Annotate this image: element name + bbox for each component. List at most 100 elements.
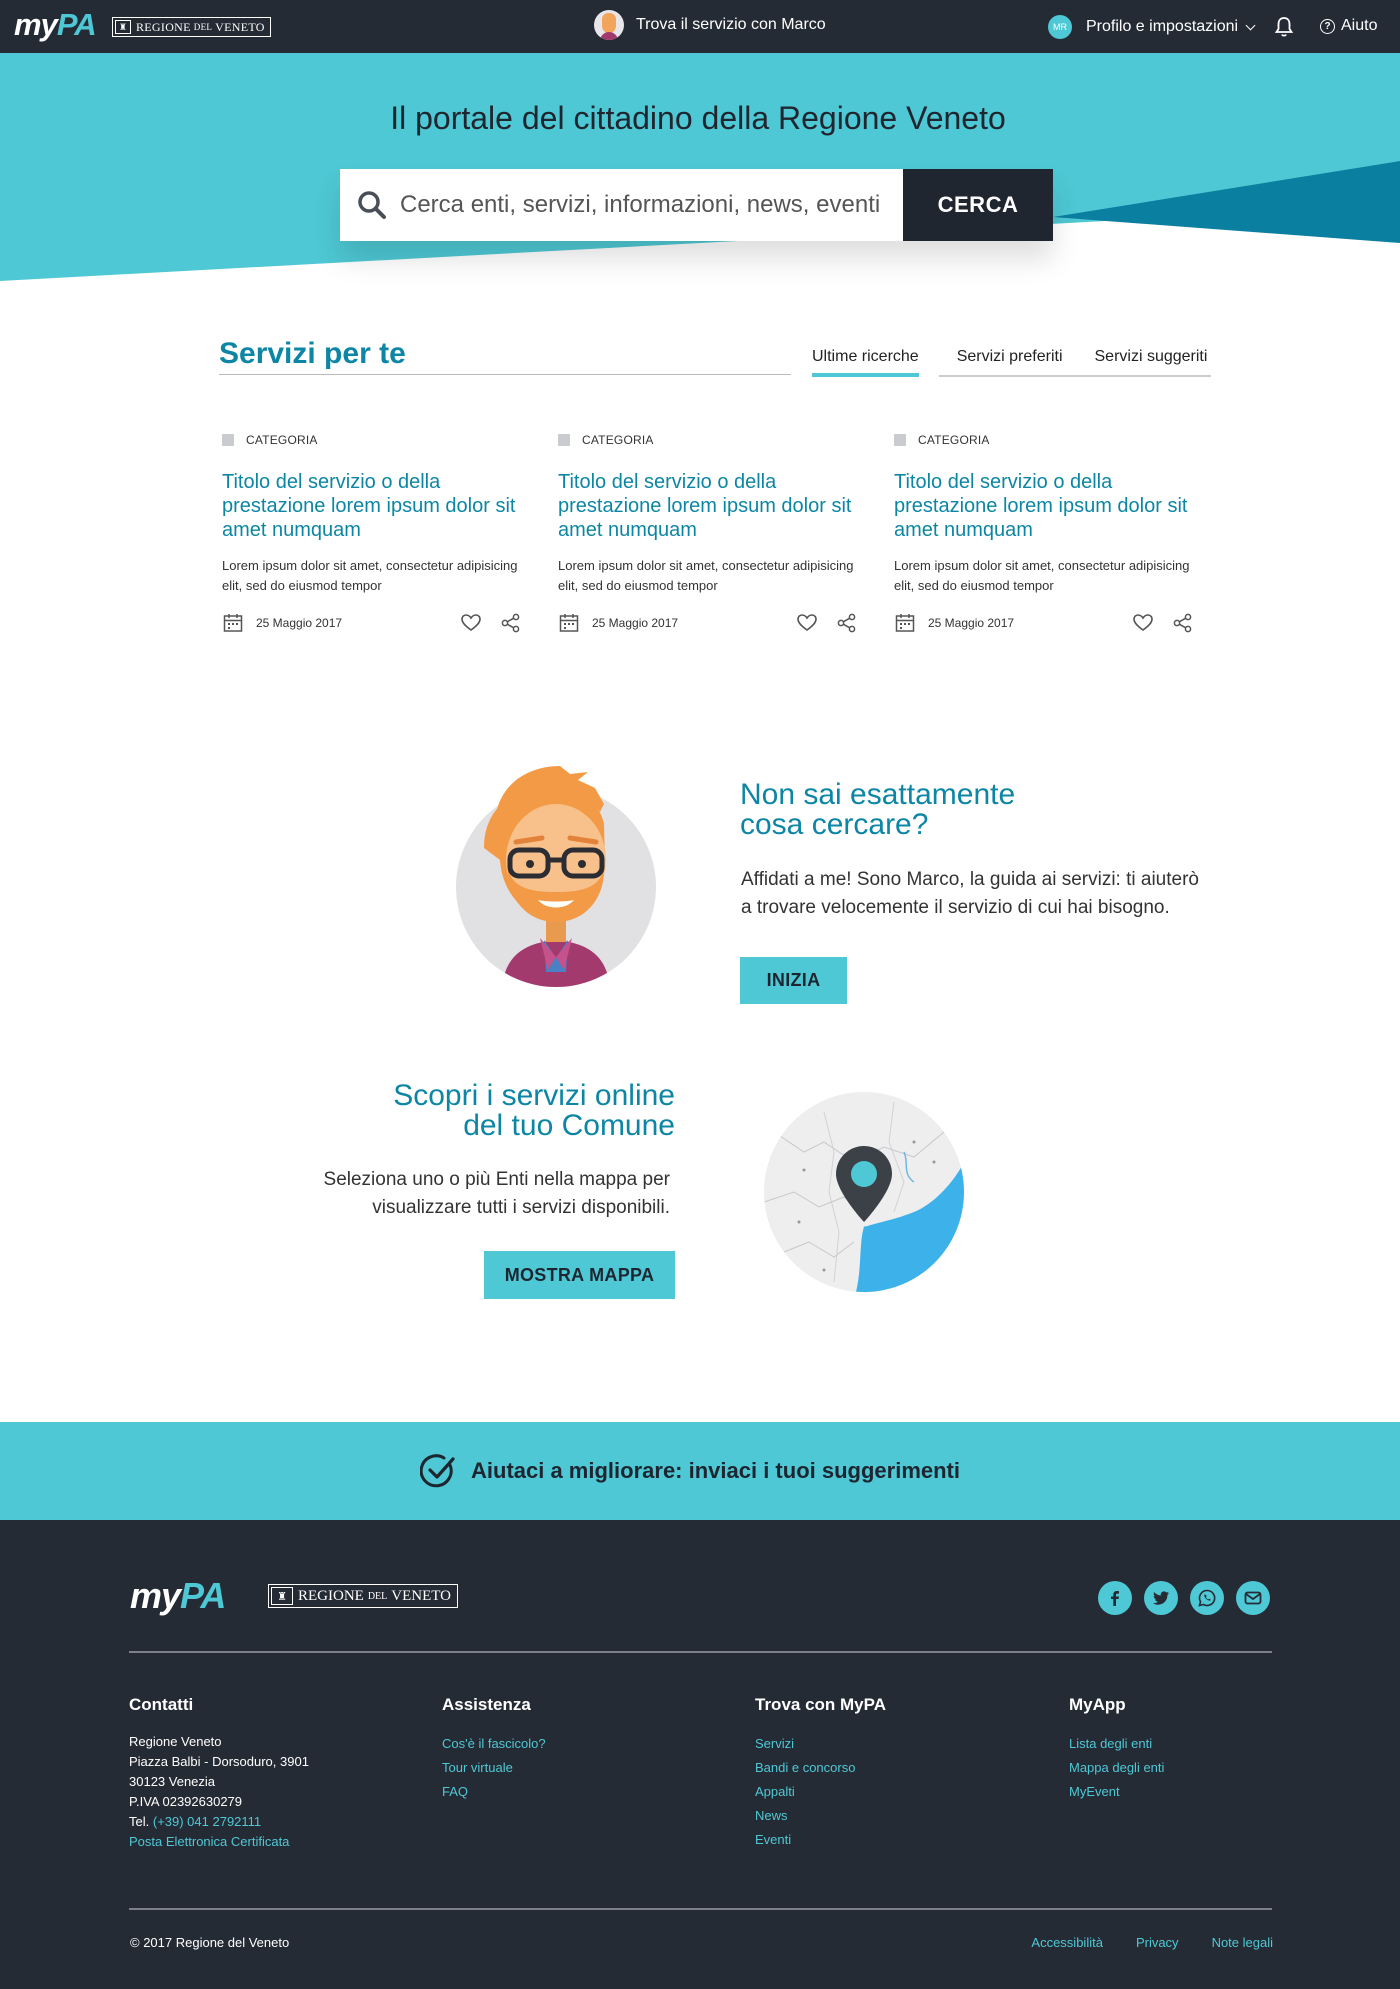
crest-icon: ♜ — [115, 20, 131, 34]
service-card: CATEGORIA Titolo del servizio o della pr… — [222, 433, 522, 634]
services-title: Servizi per te — [219, 337, 406, 370]
footer-link[interactable]: Mappa degli enti — [1069, 1756, 1369, 1780]
services-tabs: Ultime ricerche Servizi preferiti Serviz… — [812, 348, 1212, 377]
card-footer: 25 Maggio 2017 — [894, 612, 1194, 634]
profile-menu[interactable]: MR Profilo e impostazioni — [1048, 15, 1256, 39]
share-icon[interactable] — [500, 612, 522, 634]
privacy-link[interactable]: Privacy — [1136, 1935, 1179, 1950]
copyright: © 2017 Regione del Veneto — [130, 1935, 290, 1950]
footer-link[interactable]: MyEvent — [1069, 1780, 1369, 1804]
search-button[interactable]: CERCA — [903, 169, 1053, 241]
footer-link[interactable]: Bandi e concorso — [755, 1756, 1055, 1780]
calendar-icon — [895, 614, 915, 632]
help-link[interactable]: ? Aiuto — [1320, 17, 1377, 35]
service-card: CATEGORIA Titolo del servizio o della pr… — [558, 433, 858, 634]
heart-icon[interactable] — [460, 612, 482, 634]
footer-link[interactable]: Eventi — [755, 1828, 1055, 1852]
footer-myapp: MyApp Lista degli enti Mappa degli enti … — [1069, 1695, 1369, 1804]
mypa-logo[interactable]: myPA — [14, 9, 97, 40]
page-title: Il portale del cittadino della Regione V… — [390, 100, 1006, 136]
help-label: Aiuto — [1341, 17, 1378, 34]
category-square-icon — [558, 434, 570, 446]
crest-icon: ♜ — [271, 1587, 293, 1605]
tab-ultime-ricerche[interactable]: Ultime ricerche — [812, 348, 919, 377]
search-input[interactable] — [400, 191, 880, 219]
accessibility-link[interactable]: Accessibilità — [1031, 1935, 1103, 1950]
tab-servizi-preferiti[interactable]: Servizi preferiti — [938, 348, 1079, 377]
top-bar: myPA ♜ REGIONE DEL VENETO Trova il servi… — [0, 0, 1400, 53]
regione-veneto-logo[interactable]: ♜ REGIONE DEL VENETO — [112, 17, 271, 37]
show-map-button[interactable]: MOSTRA MAPPA — [484, 1251, 675, 1299]
calendar-icon — [223, 614, 243, 632]
hero-background — [0, 53, 1400, 281]
footer-regione-logo[interactable]: ♜ REGIONE DEL VENETO — [268, 1584, 458, 1608]
heart-icon[interactable] — [796, 612, 818, 634]
tab-servizi-suggeriti[interactable]: Servizi suggeriti — [1078, 348, 1212, 377]
footer-link[interactable]: Tour virtuale — [442, 1756, 742, 1780]
footer-link[interactable]: Cos'è il fascicolo? — [442, 1732, 742, 1756]
card-category: CATEGORIA — [558, 433, 858, 447]
assistant-link[interactable]: Trova il servizio con Marco — [594, 10, 826, 40]
footer-contacts: Contatti Regione Veneto Piazza Balbi - D… — [129, 1695, 429, 1852]
footer-heading: Contatti — [129, 1695, 194, 1714]
bell-icon[interactable] — [1274, 16, 1294, 38]
card-description: Lorem ipsum dolor sit amet, consectetur … — [222, 558, 518, 593]
category-square-icon — [222, 434, 234, 446]
social-links — [1098, 1581, 1270, 1615]
guide-title: Non sai esattamente cosa cercare? — [740, 778, 1016, 841]
feedback-text: Aiutaci a migliorare: inviaci i tuoi sug… — [471, 1458, 960, 1483]
card-category: CATEGORIA — [222, 433, 522, 447]
footer-link[interactable]: FAQ — [442, 1780, 742, 1804]
check-circle-icon — [420, 1454, 455, 1488]
map-thumbnail[interactable] — [764, 1092, 964, 1292]
card-title-link[interactable]: Titolo del servizio o della prestazione … — [558, 470, 858, 542]
divider — [219, 374, 791, 375]
calendar-icon — [559, 614, 579, 632]
feedback-banner[interactable]: Aiutaci a migliorare: inviaci i tuoi sug… — [0, 1422, 1400, 1520]
avatar-icon — [594, 10, 624, 40]
share-icon[interactable] — [836, 612, 858, 634]
phone-link[interactable]: (+39) 041 2792111 — [153, 1814, 261, 1829]
footer-link[interactable]: News — [755, 1804, 1055, 1828]
card-description: Lorem ipsum dolor sit amet, consectetur … — [894, 558, 1190, 593]
chevron-down-icon — [1245, 20, 1256, 30]
mail-icon[interactable] — [1236, 1581, 1270, 1615]
footer: myPA ♜ REGIONE DEL VENETO Contatti Regio… — [0, 1520, 1400, 1989]
start-button[interactable]: INIZIA — [740, 957, 847, 1004]
footer-heading: MyApp — [1069, 1695, 1126, 1714]
search-field-wrap — [340, 169, 903, 241]
help-icon: ? — [1320, 18, 1335, 34]
card-footer: 25 Maggio 2017 — [222, 612, 522, 634]
map-section-text: Seleziona uno o più Enti nella mappa per… — [323, 1169, 670, 1218]
card-footer: 25 Maggio 2017 — [558, 612, 858, 634]
user-avatar: MR — [1048, 15, 1072, 39]
twitter-icon[interactable] — [1144, 1581, 1178, 1615]
footer-link[interactable]: Appalti — [755, 1780, 1055, 1804]
footer-link[interactable]: Servizi — [755, 1732, 1055, 1756]
assistant-label: Trova il servizio con Marco — [636, 16, 826, 33]
heart-icon[interactable] — [1132, 612, 1154, 634]
card-title-link[interactable]: Titolo del servizio o della prestazione … — [222, 470, 522, 542]
footer-mypa-logo[interactable]: myPA — [130, 1578, 226, 1614]
profile-label: Profilo e impostazioni — [1086, 18, 1239, 35]
category-square-icon — [894, 434, 906, 446]
service-card: CATEGORIA Titolo del servizio o della pr… — [894, 433, 1194, 634]
card-date: 25 Maggio 2017 — [928, 616, 1015, 630]
search-icon — [358, 191, 386, 219]
card-date: 25 Maggio 2017 — [256, 616, 343, 630]
whatsapp-icon[interactable] — [1190, 1581, 1224, 1615]
footer-link[interactable]: Lista degli enti — [1069, 1732, 1369, 1756]
facebook-icon[interactable] — [1098, 1581, 1132, 1615]
share-icon[interactable] — [1172, 612, 1194, 634]
card-category: CATEGORIA — [894, 433, 1194, 447]
legal-notes-link[interactable]: Note legali — [1212, 1935, 1273, 1950]
card-title-link[interactable]: Titolo del servizio o della prestazione … — [894, 470, 1194, 542]
pec-link[interactable]: Posta Elettronica Certificata — [129, 1832, 429, 1852]
legal-links: Accessibilità Privacy Note legali — [998, 1935, 1273, 1950]
guide-text: Affidati a me! Sono Marco, la guida ai s… — [741, 869, 1199, 918]
footer-assistenza: Assistenza Cos'è il fascicolo? Tour virt… — [442, 1695, 742, 1804]
footer-divider — [129, 1908, 1272, 1910]
footer-trova: Trova con MyPA Servizi Bandi e concorso … — [755, 1695, 1055, 1852]
card-date: 25 Maggio 2017 — [592, 616, 679, 630]
hero — [0, 53, 1400, 283]
